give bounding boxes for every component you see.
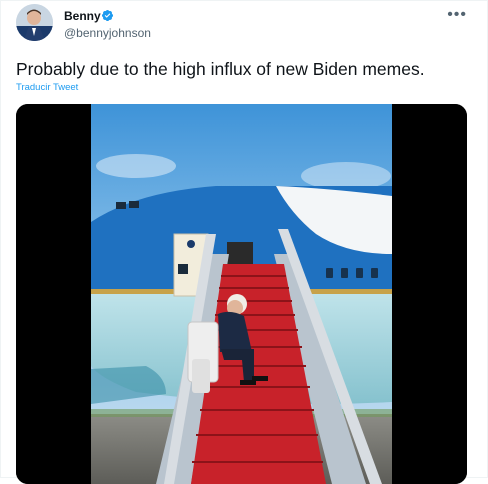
video-still-image [16, 104, 467, 484]
more-options-icon[interactable]: ••• [447, 6, 467, 24]
verified-badge-icon [101, 9, 114, 22]
author-name[interactable]: Benny [64, 9, 101, 23]
tweet-media[interactable] [16, 104, 467, 484]
author-handle[interactable]: @bennyjohnson [64, 26, 151, 40]
avatar[interactable] [16, 4, 53, 41]
tweet-card: Benny @bennyjohnson ••• Probably due to … [0, 0, 488, 484]
translate-tweet-link[interactable]: Traducir Tweet [16, 82, 78, 93]
avatar-image [16, 4, 53, 41]
tweet-text: Probably due to the high influx of new B… [16, 59, 425, 79]
